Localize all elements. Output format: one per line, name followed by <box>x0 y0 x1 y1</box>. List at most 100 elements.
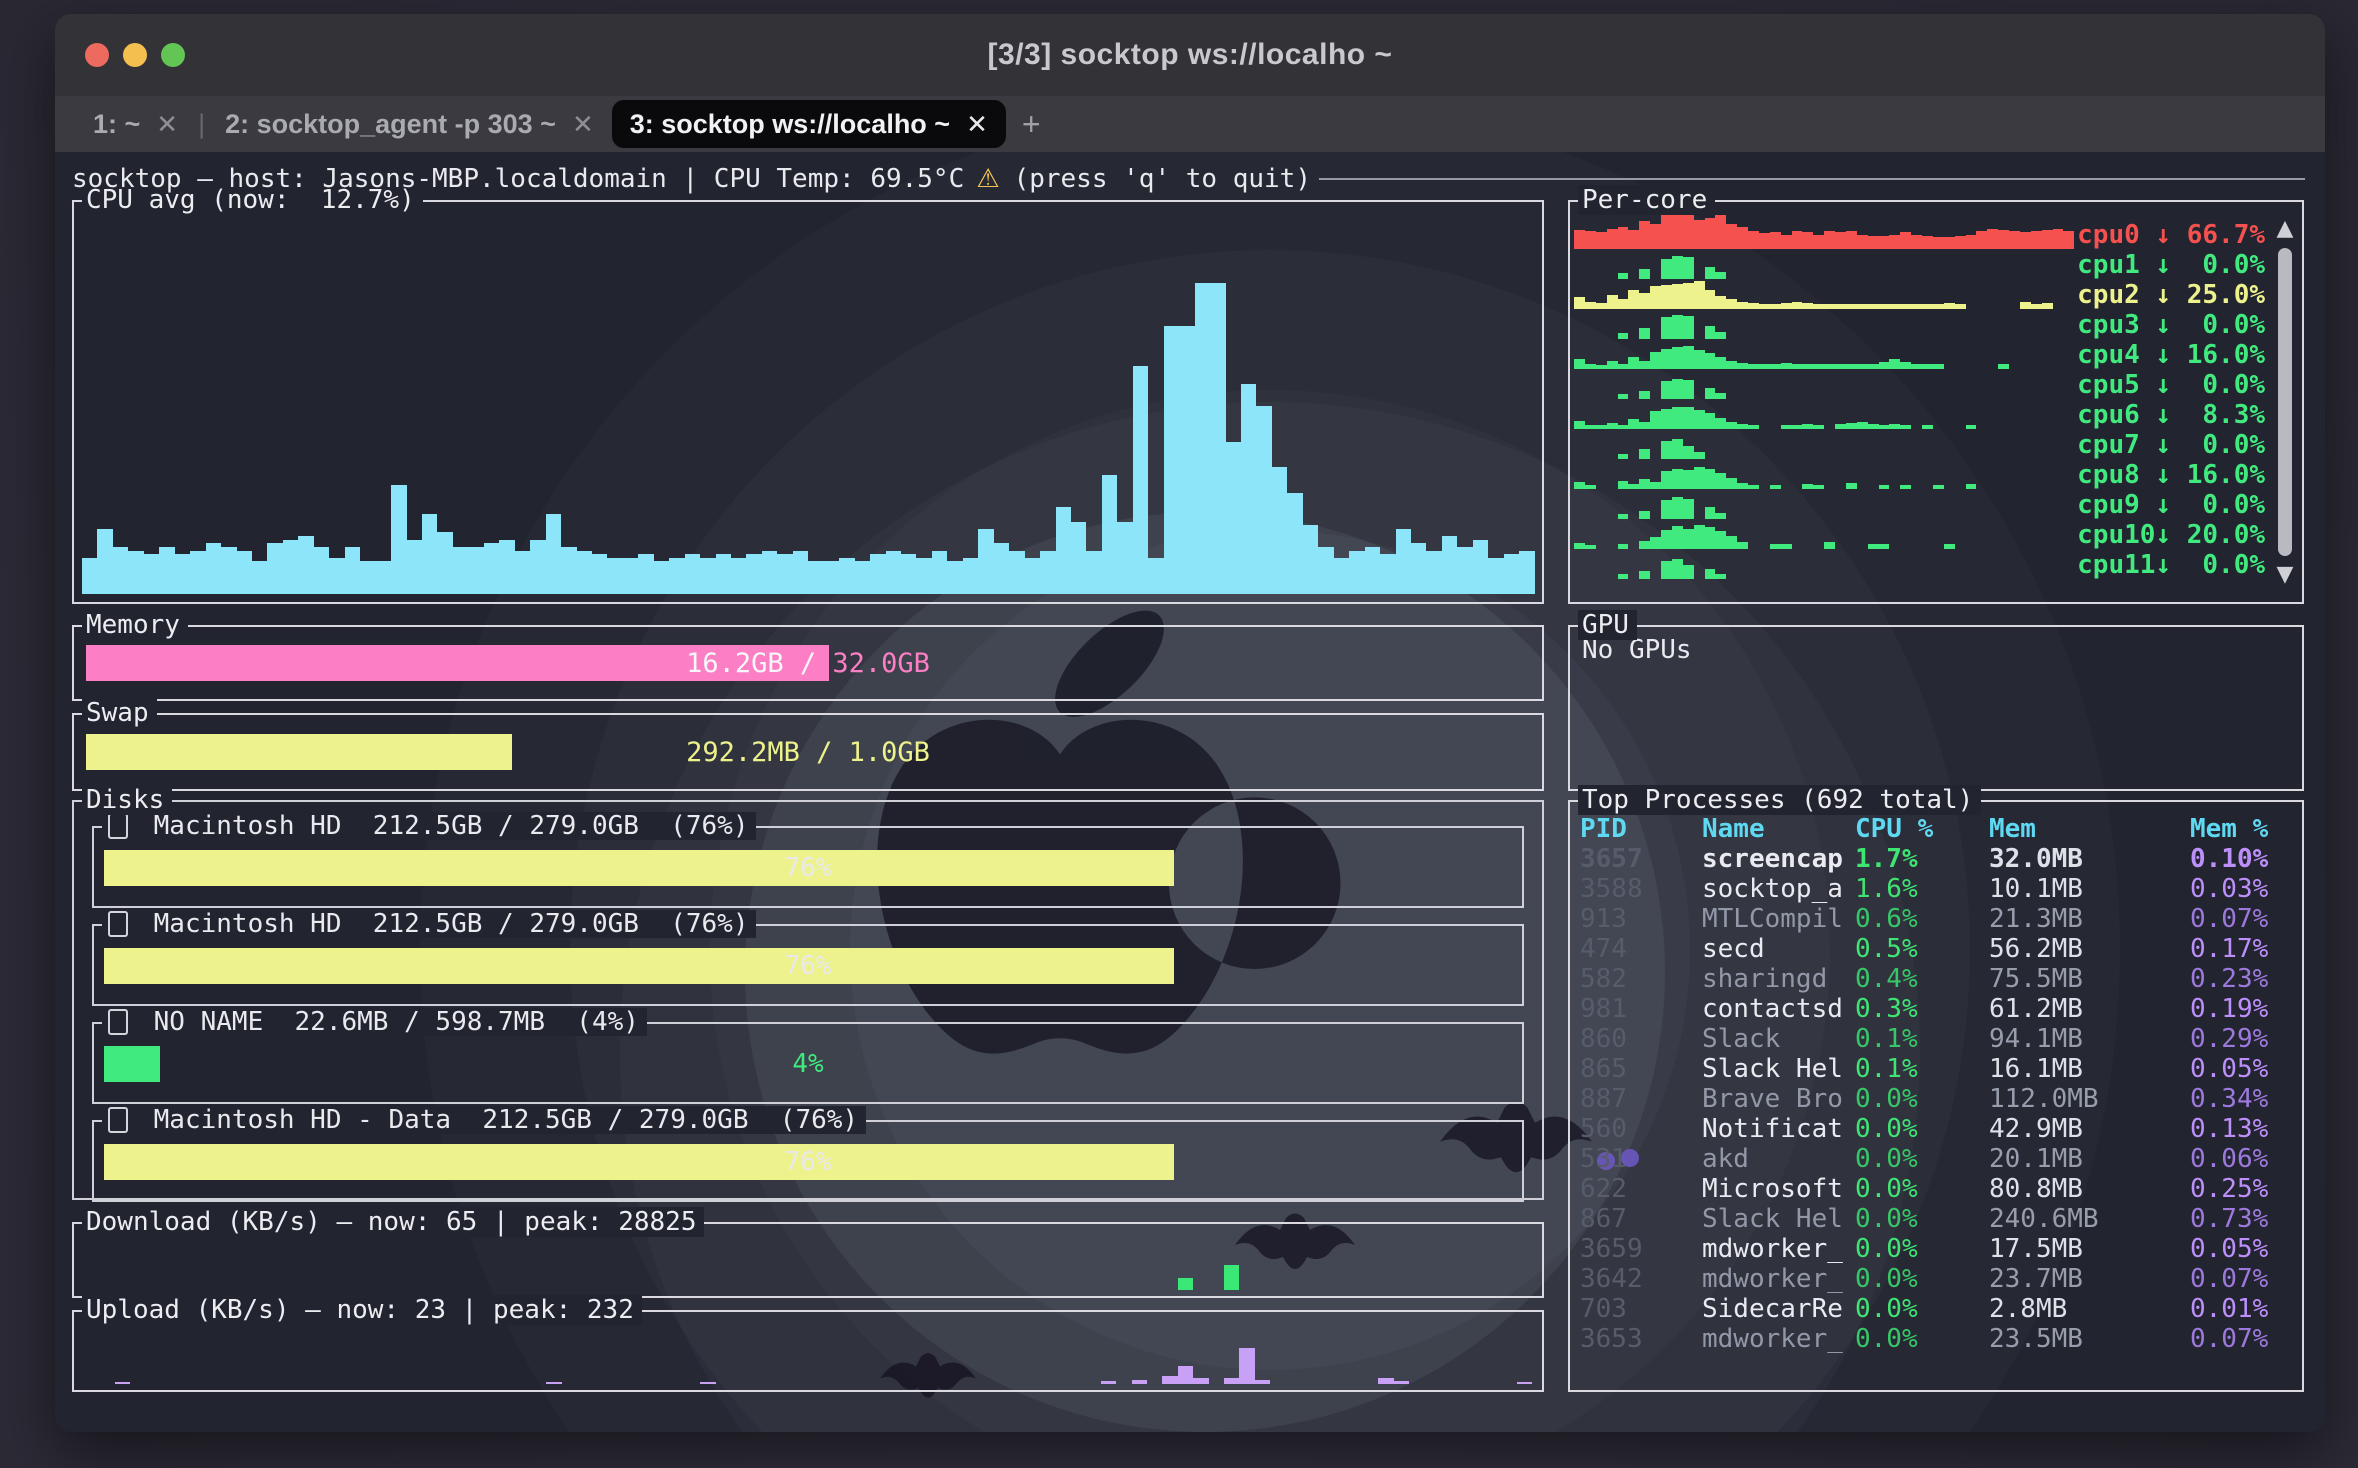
process-cell-pid: 3657 <box>1580 844 1702 874</box>
tab-1-label: 1: ~ <box>93 109 140 140</box>
cpu-avg-bars <box>82 232 1534 594</box>
tab-1-close-icon[interactable]: ✕ <box>156 109 178 140</box>
process-cell-cpu: 0.0% <box>1855 1324 1989 1354</box>
cpu11-history-sparkline <box>1574 519 2074 579</box>
disk-usage-label: 76% <box>104 948 1512 984</box>
chart-bar <box>267 543 282 594</box>
column-header-c-mem-h: Mem <box>1989 814 2190 844</box>
disks-title: Disks <box>82 785 172 815</box>
process-cell-cpu: 0.0% <box>1855 1114 1989 1144</box>
process-cell-mem: 17.5MB <box>1989 1234 2190 1264</box>
tab-2[interactable]: 2: socktop_agent -p 303 ~ ✕ <box>207 100 612 148</box>
process-cell-pid: 860 <box>1580 1024 1702 1054</box>
chart-bar <box>746 554 761 594</box>
minimize-window-button[interactable] <box>123 43 147 67</box>
process-cell-pid: 913 <box>1580 904 1702 934</box>
chart-bar <box>1148 558 1163 594</box>
chart-bar <box>252 561 267 594</box>
cpu9-label: cpu9 ↓ 0.0% <box>2075 490 2265 520</box>
chart-bar <box>685 554 700 594</box>
column-header-c-pid-h: PID <box>1580 814 1702 844</box>
process-row: 981contactsd0.3%61.2MB0.19% <box>1580 994 2302 1024</box>
chart-bar <box>808 561 823 594</box>
disk-icon <box>108 911 128 937</box>
chart-bar <box>1102 475 1117 594</box>
process-cell-name: socktop_a <box>1702 874 1855 904</box>
chart-bar <box>947 561 962 594</box>
process-cell-cpu: 0.0% <box>1855 1294 1989 1324</box>
chart-bar <box>1517 1382 1532 1384</box>
process-cell-pid: 3659 <box>1580 1234 1702 1264</box>
process-cell-cpu: 0.0% <box>1855 1084 1989 1114</box>
per-core-scrollbar[interactable]: ▲ ▼ <box>2272 216 2298 588</box>
download-panel: Download (KB/s) — now: 65 | peak: 28825 <box>72 1222 1544 1298</box>
chart-bar <box>1195 283 1210 594</box>
process-cell-memp: 0.05% <box>2190 1054 2302 1084</box>
process-cell-name: contactsd <box>1702 994 1855 1024</box>
chart-bar <box>1287 493 1302 594</box>
tab-2-close-icon[interactable]: ✕ <box>572 109 594 140</box>
chart-bar <box>128 551 143 594</box>
process-row: 3659mdworker_0.0%17.5MB0.05% <box>1580 1234 2302 1264</box>
disk-item-text: NO NAME 22.6MB / 598.7MB (4%) <box>138 1008 639 1036</box>
chart-bar <box>1133 366 1148 594</box>
process-cell-mem: 2.8MB <box>1989 1294 2190 1324</box>
tab-3-active[interactable]: 3: socktop ws://localho ~ ✕ <box>612 100 1006 148</box>
chart-bar <box>1411 543 1426 594</box>
chart-bar <box>1272 467 1287 594</box>
chart-bar <box>994 543 1009 594</box>
chart-bar <box>97 529 112 594</box>
chart-bar <box>546 1382 561 1384</box>
cpu7-label: cpu7 ↓ 0.0% <box>2075 430 2265 460</box>
cpu3-label: cpu3 ↓ 0.0% <box>2075 310 2265 340</box>
disk-item-2: NO NAME 22.6MB / 598.7MB (4%)4% <box>92 1022 1524 1104</box>
top-processes-title: Top Processes (692 total) <box>1578 785 1981 815</box>
zoom-window-button[interactable] <box>161 43 185 67</box>
upload-bars <box>84 1338 1532 1384</box>
process-row: 867Slack Hel0.0%240.6MB0.73% <box>1580 1204 2302 1234</box>
column-header-c-memp-h: Mem % <box>2190 814 2302 844</box>
process-cell-mem: 32.0MB <box>1989 844 2190 874</box>
disk-item-title: Macintosh HD 212.5GB / 279.0GB (76%) <box>102 812 756 840</box>
process-row: 3657screencap1.7%32.0MB0.10% <box>1580 844 2302 874</box>
new-tab-button[interactable]: + <box>1006 106 1057 143</box>
tab-3-close-icon[interactable]: ✕ <box>966 109 988 140</box>
chart-bar <box>1224 1265 1239 1290</box>
scroll-up-icon[interactable]: ▲ <box>2277 216 2294 242</box>
process-cell-pid: 3588 <box>1580 874 1702 904</box>
download-title: Download (KB/s) — now: 65 | peak: 28825 <box>82 1207 704 1237</box>
chart-bar <box>453 547 468 594</box>
process-cell-pid: 474 <box>1580 934 1702 964</box>
chart-bar <box>468 547 483 594</box>
chart-bar <box>793 551 808 594</box>
tab-1[interactable]: 1: ~ ✕ <box>75 100 196 148</box>
cpu-avg-panel: CPU avg (now: 12.7%) <box>72 200 1544 604</box>
chart-bar <box>1661 561 1672 579</box>
scrollbar-thumb[interactable] <box>2278 248 2292 556</box>
chart-bar <box>839 558 854 594</box>
chart-bar <box>1318 547 1333 594</box>
cpu8-label: cpu8 ↓ 16.0% <box>2075 460 2265 490</box>
process-cell-name: mdworker_ <box>1702 1264 1855 1294</box>
chart-bar <box>360 561 375 594</box>
close-window-button[interactable] <box>85 43 109 67</box>
chart-bar <box>1256 406 1271 594</box>
chart-bar <box>1380 554 1395 594</box>
chart-bar <box>1025 558 1040 594</box>
chart-bar <box>1117 522 1132 594</box>
chart-bar <box>1672 559 1683 579</box>
process-cell-memp: 0.25% <box>2190 1174 2302 1204</box>
memory-title: Memory <box>82 610 188 640</box>
process-cell-name: secd <box>1702 934 1855 964</box>
column-header-c-name-h: Name <box>1702 814 1855 844</box>
chart-bar <box>669 558 684 594</box>
chart-bar <box>1239 1348 1254 1384</box>
process-row: 3588socktop_a1.6%10.1MB0.03% <box>1580 874 2302 904</box>
process-cell-pid: 867 <box>1580 1204 1702 1234</box>
gpu-title: GPU <box>1578 610 1637 640</box>
quit-hint: (press 'q' to quit) <box>1014 164 1311 194</box>
chart-bar <box>1178 1366 1193 1384</box>
chart-bar <box>901 554 916 594</box>
chart-bar <box>1334 558 1349 594</box>
scroll-down-icon[interactable]: ▼ <box>2277 562 2294 588</box>
